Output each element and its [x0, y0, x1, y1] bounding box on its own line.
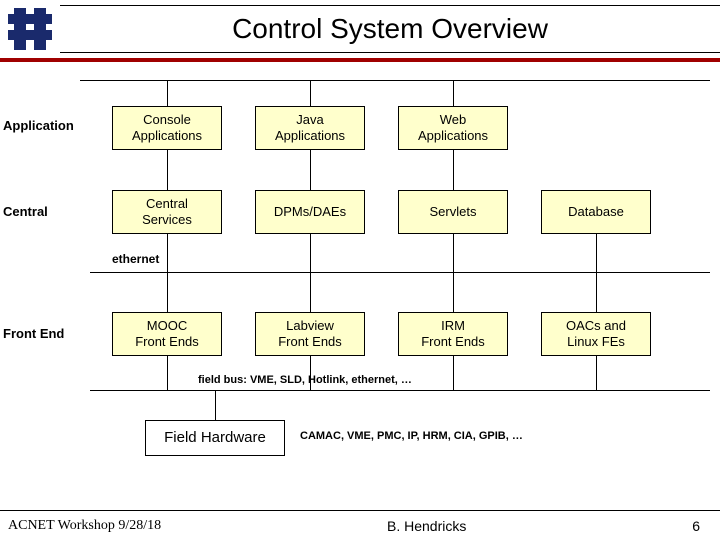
note-camac: CAMAC, VME, PMC, IP, HRM, CIA, GPIB, …: [300, 430, 523, 442]
box-label: Central Services: [142, 196, 192, 229]
note-field-bus: field bus: VME, SLD, Hotlink, ethernet, …: [198, 374, 412, 386]
connector-line: [453, 272, 454, 312]
box-label: IRM Front Ends: [421, 318, 485, 351]
connector-line: [215, 390, 216, 420]
slide-header: Control System Overview: [0, 0, 720, 58]
box-servlets: Servlets: [398, 190, 508, 234]
bus-line-ethernet: [90, 272, 710, 273]
accent-line: [0, 58, 720, 62]
box-java-applications: Java Applications: [255, 106, 365, 150]
connector-line: [310, 234, 311, 272]
connector-line: [310, 272, 311, 312]
connector-line: [596, 234, 597, 272]
connector-line: [596, 356, 597, 390]
footer-left: ACNET Workshop 9/28/18: [0, 518, 161, 534]
slide-title: Control System Overview: [60, 5, 720, 53]
connector-line: [310, 150, 311, 190]
box-label: Database: [568, 204, 624, 220]
box-central-services: Central Services: [112, 190, 222, 234]
box-irm-frontends: IRM Front Ends: [398, 312, 508, 356]
box-oacs-linux-fes: OACs and Linux FEs: [541, 312, 651, 356]
connector-line: [453, 234, 454, 272]
box-label: DPMs/DAEs: [274, 204, 346, 220]
connector-line: [167, 150, 168, 190]
box-console-applications: Console Applications: [112, 106, 222, 150]
connector-line: [310, 80, 311, 106]
box-web-applications: Web Applications: [398, 106, 508, 150]
slide-footer: ACNET Workshop 9/28/18 B. Hendricks 6: [0, 510, 720, 540]
label-ethernet: ethernet: [112, 252, 159, 266]
box-database: Database: [541, 190, 651, 234]
connector-line: [167, 234, 168, 272]
box-dpms-daes: DPMs/DAEs: [255, 190, 365, 234]
connector-line: [596, 272, 597, 312]
box-mooc-frontends: MOOC Front Ends: [112, 312, 222, 356]
box-label: Servlets: [430, 204, 477, 220]
box-label: Web Applications: [418, 112, 488, 145]
footer-right: 6: [692, 518, 720, 534]
connector-line: [453, 80, 454, 106]
connector-line: [167, 356, 168, 390]
row-label-central: Central: [3, 204, 48, 219]
box-label: Labview Front Ends: [278, 318, 342, 351]
row-label-frontend: Front End: [3, 326, 64, 341]
connector-line: [453, 150, 454, 190]
fermilab-logo: [0, 0, 60, 58]
row-label-application: Application: [3, 118, 74, 133]
box-label: OACs and Linux FEs: [566, 318, 626, 351]
box-field-hardware: Field Hardware: [145, 420, 285, 456]
diagram-stage: Application Console Applications Java Ap…: [0, 66, 720, 510]
footer-center: B. Hendricks: [161, 518, 692, 534]
bus-line-app: [80, 80, 710, 81]
box-label: Field Hardware: [164, 429, 266, 448]
box-label: Java Applications: [275, 112, 345, 145]
connector-line: [167, 80, 168, 106]
bus-line-field: [90, 390, 710, 391]
box-label: Console Applications: [132, 112, 202, 145]
connector-line: [167, 272, 168, 312]
connector-line: [453, 356, 454, 390]
box-label: MOOC Front Ends: [135, 318, 199, 351]
box-labview-frontends: Labview Front Ends: [255, 312, 365, 356]
